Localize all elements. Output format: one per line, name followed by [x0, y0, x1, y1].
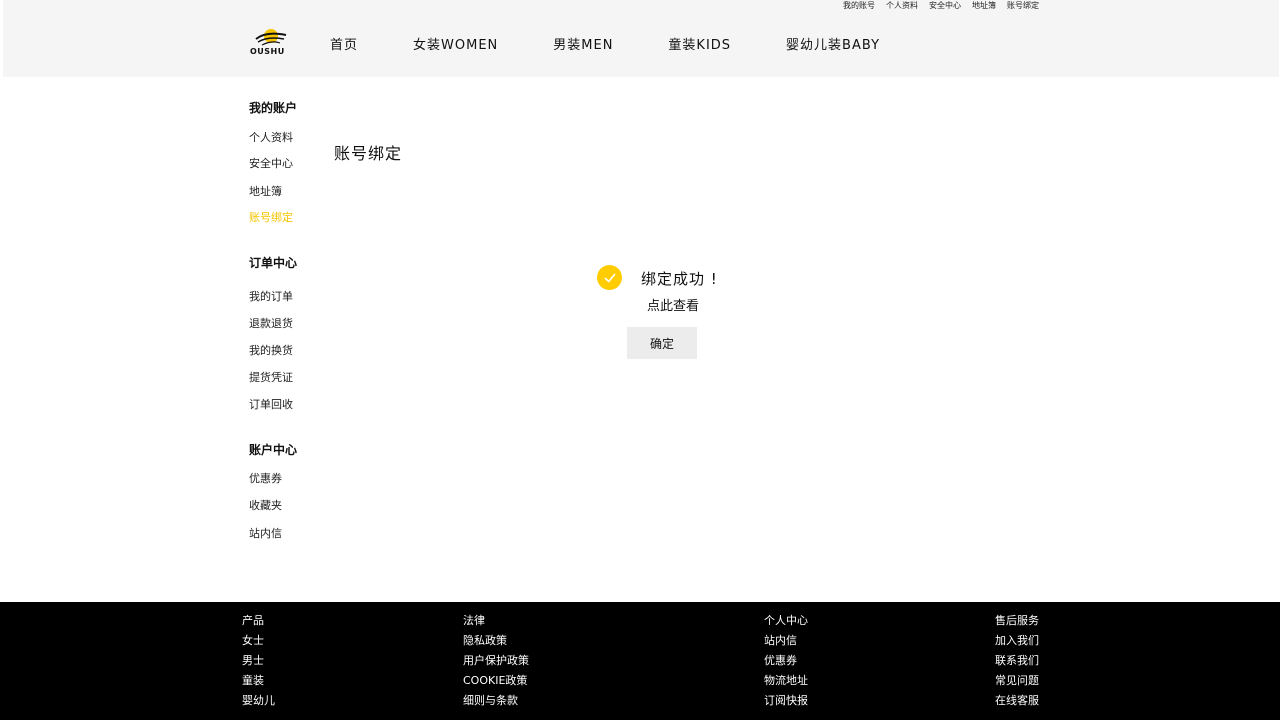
sidebar-item-profile[interactable]: 个人资料 [249, 129, 293, 145]
footer-link[interactable]: 细则与条款 [463, 694, 529, 708]
topbar-my-account[interactable]: 我的账号 [843, 0, 875, 12]
sidebar-heading-account: 我的账户 [249, 101, 298, 115]
site-header: 我的账号 个人资料 安全中心 地址簿 账号绑定 OUSHU 首页 女装WOMEN… [3, 0, 1279, 77]
nav-item-men[interactable]: 男装MEN [553, 34, 613, 53]
nav-item-women[interactable]: 女装WOMEN [413, 34, 498, 53]
footer-link[interactable]: 售后服务 [995, 614, 1039, 628]
sidebar-item-pickup-vouchers[interactable]: 提货凭证 [249, 369, 293, 385]
footer-link[interactable]: 在线客服 [995, 694, 1039, 708]
logo-mark-icon [255, 29, 287, 46]
topbar-account-binding[interactable]: 账号绑定 [1007, 0, 1039, 12]
success-message: 绑定成功 ! [641, 270, 718, 288]
sidebar-heading-wallet: 账户中心 [249, 443, 298, 457]
sidebar-item-messages[interactable]: 站内信 [249, 525, 282, 541]
main-nav: 首页 女装WOMEN 男装MEN 童装KIDS 婴幼儿装BABY [330, 34, 880, 53]
sidebar-item-address-book[interactable]: 地址簿 [249, 183, 282, 199]
sidebar-item-security[interactable]: 安全中心 [249, 155, 293, 171]
footer-column-products: 产品 女士 男士 童装 婴幼儿 [242, 614, 275, 708]
check-icon [597, 265, 622, 290]
footer-link[interactable]: 常见问题 [995, 674, 1039, 688]
footer-column-personal: 个人中心 站内信 优惠券 物流地址 订阅快报 [764, 614, 808, 708]
sidebar-item-my-orders[interactable]: 我的订单 [249, 288, 293, 304]
footer-column-service: 售后服务 加入我们 联系我们 常见问题 在线客服 [995, 614, 1039, 708]
footer-link[interactable]: 联系我们 [995, 654, 1039, 668]
sidebar-item-account-binding[interactable]: 账号绑定 [249, 209, 293, 225]
footer-link[interactable]: 隐私政策 [463, 634, 529, 648]
footer-link[interactable]: 童装 [242, 674, 275, 688]
success-dialog: 绑定成功 ! 点此查看 确定 [597, 265, 737, 365]
sidebar-heading-orders: 订单中心 [249, 256, 298, 270]
sidebar-item-order-recycle[interactable]: 订单回收 [249, 396, 293, 412]
footer-link[interactable]: 订阅快报 [764, 694, 808, 708]
footer-link[interactable]: 男士 [242, 654, 275, 668]
footer-link[interactable]: 婴幼儿 [242, 694, 275, 708]
footer-link[interactable]: 女士 [242, 634, 275, 648]
footer-link[interactable]: 加入我们 [995, 634, 1039, 648]
footer-link[interactable]: 法律 [463, 614, 529, 628]
footer-link[interactable]: 产品 [242, 614, 275, 628]
footer-link[interactable]: 物流地址 [764, 674, 808, 688]
site-footer: 产品 女士 男士 童装 婴幼儿 法律 隐私政策 用户保护政策 COOKIE政策 … [0, 602, 1280, 720]
footer-link[interactable]: 优惠券 [764, 654, 808, 668]
top-utility-bar: 我的账号 个人资料 安全中心 地址簿 账号绑定 [843, 0, 1039, 12]
nav-item-baby[interactable]: 婴幼儿装BABY [786, 34, 880, 53]
topbar-address-book[interactable]: 地址簿 [972, 0, 996, 12]
sidebar-item-favorites[interactable]: 收藏夹 [249, 497, 282, 513]
nav-item-home[interactable]: 首页 [330, 34, 358, 53]
logo-wordmark: OUSHU [250, 47, 285, 56]
view-details-link[interactable]: 点此查看 [647, 295, 699, 314]
footer-column-legal: 法律 隐私政策 用户保护政策 COOKIE政策 细则与条款 [463, 614, 529, 708]
topbar-security[interactable]: 安全中心 [929, 0, 961, 12]
sidebar-item-coupons[interactable]: 优惠券 [249, 470, 282, 486]
confirm-button[interactable]: 确定 [627, 327, 697, 359]
nav-item-kids[interactable]: 童装KIDS [668, 34, 731, 53]
footer-link[interactable]: 用户保护政策 [463, 654, 529, 668]
sidebar-item-exchanges[interactable]: 我的换货 [249, 342, 293, 358]
page-title: 账号绑定 [334, 144, 403, 163]
footer-link[interactable]: COOKIE政策 [463, 674, 529, 688]
topbar-profile[interactable]: 个人资料 [886, 0, 918, 12]
footer-link[interactable]: 个人中心 [764, 614, 808, 628]
brand-logo[interactable]: OUSHU [250, 26, 292, 60]
sidebar-item-refunds[interactable]: 退款退货 [249, 315, 293, 331]
footer-link[interactable]: 站内信 [764, 634, 808, 648]
